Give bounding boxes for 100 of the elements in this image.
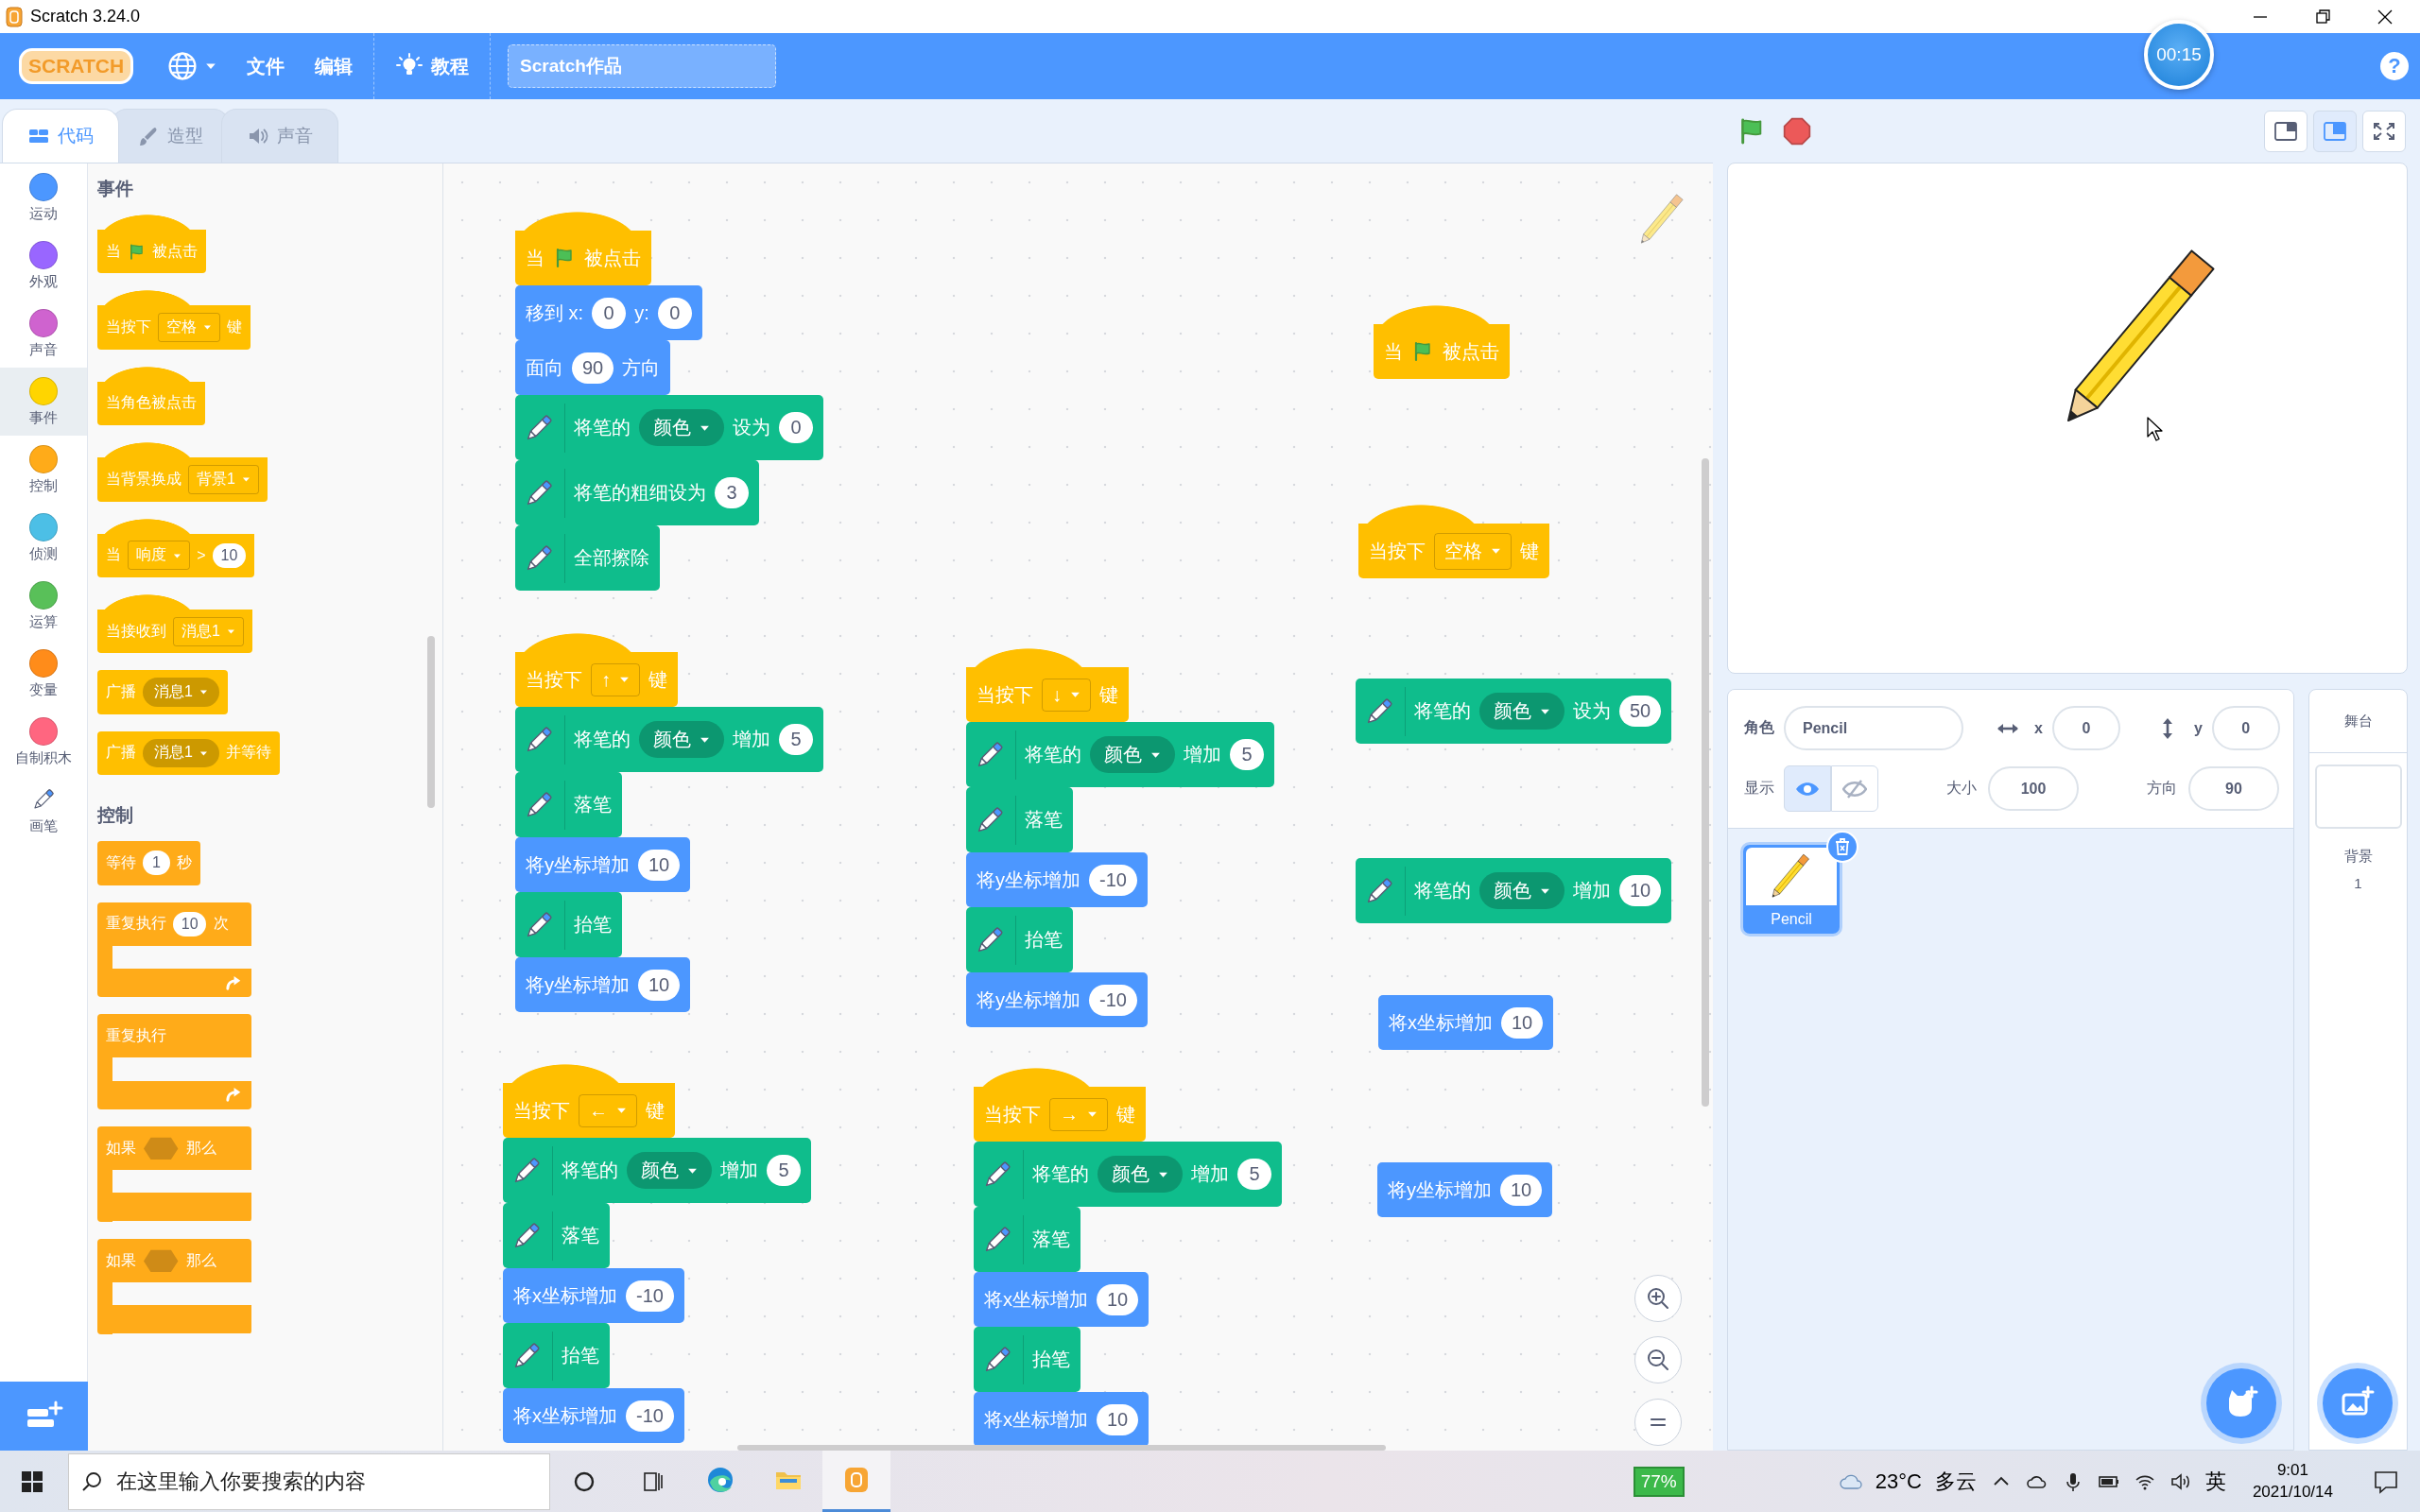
number-input[interactable]: 1	[143, 850, 170, 876]
block-label: 当按下	[105, 318, 151, 337]
zoom-out-button[interactable]	[1634, 1336, 1682, 1383]
code-block[interactable]: 移到 x: 0 y: 0	[515, 285, 702, 340]
search-field[interactable]: 在这里输入你要搜索的内容	[68, 1452, 550, 1510]
dropdown-menu[interactable]: 颜色	[627, 1152, 712, 1189]
number-input[interactable]: 0	[657, 297, 692, 329]
category-item[interactable]: 自制积木	[0, 708, 87, 776]
dropdown-menu[interactable]: 颜色	[1098, 1156, 1183, 1193]
close-icon[interactable]	[2377, 8, 2394, 26]
backdrop-label: 背景	[2343, 848, 2373, 866]
c-block[interactable]: 重复执行 10 次	[97, 902, 252, 998]
sprite-name-field[interactable]: Pencil	[1784, 706, 1963, 750]
code-block[interactable]: 面向 90 方向	[515, 340, 671, 395]
dropdown-menu[interactable]: 颜色	[639, 409, 724, 446]
backdrop-thumbnail[interactable]	[2314, 765, 2402, 829]
number-input[interactable]: 0	[779, 412, 813, 443]
number-input[interactable]: 10	[1500, 1174, 1543, 1206]
number-input[interactable]: 90	[572, 352, 614, 384]
number-input[interactable]: 5	[1230, 739, 1264, 770]
number-input[interactable]: 10	[1097, 1403, 1139, 1435]
category-item[interactable]: 运算	[0, 572, 87, 640]
notification-icon[interactable]	[2373, 1469, 2399, 1494]
block-label: 全部擦除	[574, 546, 649, 570]
number-input[interactable]: 10	[638, 849, 681, 881]
x-field[interactable]: 0	[2051, 706, 2120, 750]
number-input[interactable]: 10	[638, 969, 681, 1001]
code-block[interactable]: 将x坐标增加 -10	[503, 1388, 684, 1443]
number-input[interactable]: 5	[1237, 1159, 1271, 1190]
input-method-indicator[interactable]: 英	[2204, 1467, 2226, 1496]
direction-field[interactable]: 90	[2188, 766, 2279, 811]
zoom-out-icon	[1646, 1348, 1670, 1372]
dropdown-menu[interactable]: 颜色	[1090, 736, 1175, 773]
code-block[interactable]: 将y坐标增加 10	[515, 957, 691, 1012]
delete-button[interactable]	[1826, 831, 1858, 863]
taskbar-app[interactable]	[822, 1451, 890, 1512]
code-block[interactable]: 将x坐标增加 10	[1378, 995, 1554, 1050]
code-block[interactable]: 将笔的 颜色 增加 5	[966, 722, 1274, 787]
dropdown-menu[interactable]: 颜色	[639, 721, 724, 758]
code-block[interactable]: 将y坐标增加 -10	[966, 852, 1148, 907]
number-input[interactable]: 10	[173, 911, 207, 936]
size-field[interactable]: 100	[1988, 766, 2079, 811]
category-item[interactable]: 外观	[0, 232, 87, 300]
maximize-icon[interactable]	[2314, 8, 2331, 26]
number-input[interactable]: 5	[779, 724, 813, 755]
code-block[interactable]: 将笔的 颜色 增加 5	[503, 1138, 811, 1203]
code-block[interactable]: 将x坐标增加 10	[974, 1392, 1150, 1447]
number-input[interactable]: -10	[1089, 864, 1137, 896]
y-field[interactable]: 0	[2211, 706, 2280, 750]
fullscreen-button[interactable]	[2362, 110, 2406, 152]
code-block[interactable]: 将笔的 颜色 增加 10	[1356, 858, 1672, 923]
block-label: 将y坐标增加	[977, 988, 1080, 1012]
number-input[interactable]: 50	[1619, 696, 1662, 727]
code-block[interactable]: 将y坐标增加 10	[515, 837, 691, 892]
block-label: 当按下	[984, 1102, 1041, 1126]
code-block[interactable]: 将x坐标增加 -10	[503, 1268, 684, 1323]
block-label: 当按下	[513, 1098, 570, 1123]
code-block[interactable]: 将笔的 颜色 增加 5	[974, 1142, 1282, 1207]
add-extension-button[interactable]	[0, 1382, 88, 1451]
code-block[interactable]: 将笔的 颜色 增加 5	[515, 707, 823, 772]
number-input[interactable]: 10	[1501, 1006, 1544, 1039]
dropdown-menu[interactable]: 颜色	[1479, 693, 1564, 730]
category-item[interactable]: 运动	[0, 163, 87, 232]
scrollbar[interactable]	[1702, 458, 1709, 1107]
number-input[interactable]: 10	[1097, 1283, 1139, 1315]
number-input[interactable]: -10	[626, 1280, 674, 1312]
code-block[interactable]: 将y坐标增加 -10	[966, 972, 1148, 1027]
category-item[interactable]: 画笔	[0, 776, 87, 844]
category-item[interactable]: 事件	[0, 368, 87, 436]
hat-block[interactable]: 当 响度 > 10	[97, 518, 254, 577]
number-input[interactable]: 10	[212, 542, 247, 568]
windows-icon[interactable]	[21, 1469, 43, 1493]
stop-button[interactable]	[1782, 115, 1812, 146]
dropdown-menu[interactable]: 颜色	[1479, 872, 1564, 909]
small-stage-button[interactable]	[2264, 110, 2308, 152]
category-item[interactable]: 变量	[0, 640, 87, 708]
zoom-reset-button[interactable]	[1634, 1399, 1682, 1446]
scrollbar[interactable]	[427, 636, 435, 808]
choose-backdrop-button[interactable]	[2323, 1368, 2393, 1438]
number-input[interactable]: -10	[1089, 984, 1137, 1016]
code-block[interactable]: 将x坐标增加 10	[974, 1272, 1150, 1327]
number-input[interactable]: 10	[1619, 875, 1662, 906]
code-block[interactable]: 将y坐标增加 10	[1377, 1162, 1553, 1217]
zoom-in-button[interactable]	[1634, 1275, 1682, 1322]
block-label: 抬笔	[1032, 1348, 1070, 1371]
number-input[interactable]: 0	[592, 297, 627, 329]
category-item[interactable]: 控制	[0, 436, 87, 504]
scrollbar[interactable]	[737, 1445, 1386, 1451]
code-block[interactable]: 将笔的 颜色 设为 0	[515, 395, 823, 460]
category-item[interactable]: 声音	[0, 300, 87, 368]
number-input[interactable]: 5	[767, 1155, 801, 1186]
show-button[interactable]	[1784, 765, 1831, 812]
number-input[interactable]: 3	[715, 477, 749, 508]
code-block[interactable]: 将笔的 颜色 设为 50	[1356, 679, 1672, 744]
block-label: 将笔的	[574, 416, 631, 439]
code-block[interactable]: 将笔的粗细设为 3	[515, 460, 759, 525]
number-input[interactable]: -10	[626, 1400, 674, 1432]
category-item[interactable]: 侦测	[0, 504, 87, 572]
code-block[interactable]: 等待 1 秒	[97, 841, 200, 885]
normal-stage-button[interactable]	[2313, 110, 2357, 152]
